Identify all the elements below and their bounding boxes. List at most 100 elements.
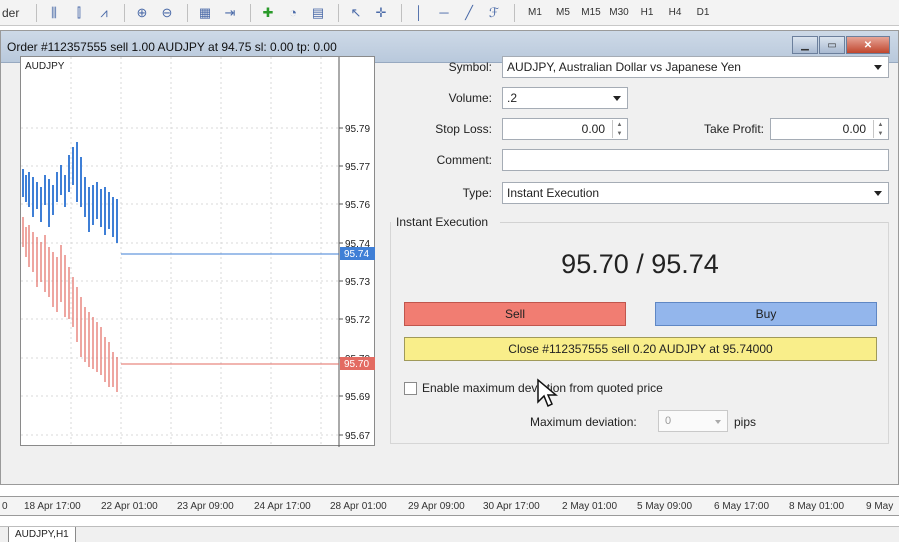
bar-chart-icon[interactable]: ⫼ <box>43 3 65 23</box>
spin-up-icon: ▲ <box>616 121 623 128</box>
indicators-icon[interactable]: ✚ <box>257 3 279 23</box>
buy-button[interactable]: Buy <box>655 302 877 326</box>
main-toolbar: der ⫼ ⫿ ⩘ ⊕ ⊖ ▦ ⇥ ✚ ◔ ▤ ↖ ✛ │ ─ ╱ ℱ M1 M… <box>0 0 899 26</box>
buy-button-label: Buy <box>755 307 777 321</box>
timeframe-m1[interactable]: M1 <box>521 7 549 18</box>
take-profit-spinner[interactable]: ▲ ▼ <box>873 120 887 138</box>
mouse-cursor-icon <box>537 378 558 408</box>
minimize-icon[interactable]: ▁ <box>792 36 818 54</box>
time-axis-label: 24 Apr 17:00 <box>254 501 311 512</box>
stop-loss-field[interactable]: 0.00 ▲ ▼ <box>502 118 628 140</box>
price-tick-label: 95.79 <box>345 124 370 135</box>
fibonacci-icon[interactable]: ℱ <box>483 3 505 23</box>
pips-label: pips <box>734 415 757 429</box>
volume-select[interactable]: .2 <box>502 87 628 109</box>
time-axis-label: 5 May 09:00 <box>637 501 693 512</box>
chevron-down-icon <box>613 96 621 101</box>
time-axis: 0 18 Apr 17:00 22 Apr 01:00 23 Apr 09:00 24 … <box>0 496 899 516</box>
templates-icon[interactable]: ▤ <box>307 3 329 23</box>
price-tick-label: 95.67 <box>345 431 370 442</box>
ask-price-tag-label: 95.74 <box>344 249 369 260</box>
chart-symbol: AUDJPY <box>25 61 65 72</box>
crosshair-icon[interactable]: ✛ <box>370 3 392 23</box>
cursor-icon[interactable]: ↖ <box>345 3 367 23</box>
horizontal-line-icon[interactable]: ─ <box>433 3 455 23</box>
time-axis-label: 23 Apr 09:00 <box>177 501 234 512</box>
comment-input[interactable] <box>502 149 889 171</box>
bid-ask-quote: 95.70 / 95.74 <box>561 249 719 279</box>
time-axis-label: 9 May <box>866 501 894 512</box>
time-axis-label: 30 Apr 17:00 <box>483 501 540 512</box>
max-deviation-checkbox[interactable] <box>404 382 417 395</box>
symbol-label: Symbol: <box>448 60 492 74</box>
chevron-down-icon <box>715 420 721 424</box>
tile-icon[interactable]: ▦ <box>194 3 216 23</box>
max-deviation-value: 0 <box>665 415 672 427</box>
type-value: Instant Execution <box>507 186 600 200</box>
time-axis-label: 22 Apr 01:00 <box>101 501 158 512</box>
zoom-in-icon[interactable]: ⊕ <box>131 3 153 23</box>
take-profit-value: 0.00 <box>842 122 866 136</box>
timeframe-d1[interactable]: D1 <box>689 7 717 18</box>
time-axis-label: 28 Apr 01:00 <box>330 501 387 512</box>
stop-loss-label: Stop Loss: <box>435 122 492 136</box>
comment-label: Comment: <box>436 153 492 167</box>
symbol-value: AUDJPY, Australian Dollar vs Japanese Ye… <box>507 60 741 74</box>
chevron-down-icon <box>874 65 882 70</box>
window-controls: ▁ ▭ ✕ <box>791 36 890 54</box>
spin-up-icon: ▲ <box>877 121 884 128</box>
zoom-out-icon[interactable]: ⊖ <box>156 3 178 23</box>
sell-button[interactable]: Sell <box>404 302 626 326</box>
timeframe-m15[interactable]: M15 <box>577 7 605 18</box>
candle-chart-icon[interactable]: ⫿ <box>68 3 90 23</box>
price-tick-label: 95.73 <box>345 277 370 288</box>
bid-price-tag-label: 95.70 <box>344 359 369 370</box>
volume-label: Volume: <box>448 91 492 105</box>
order-form: Symbol: AUDJPY, Australian Dollar vs Jap… <box>390 56 890 446</box>
close-order-label: Close #112357555 sell 0.20 AUDJPY at 95.… <box>508 342 773 356</box>
vertical-line-icon[interactable]: │ <box>408 3 430 23</box>
maximize-icon[interactable]: ▭ <box>819 36 845 54</box>
type-select[interactable]: Instant Execution <box>502 182 889 204</box>
window-title: Order #112357555 sell 1.00 AUDJPY at 94.… <box>7 39 337 54</box>
line-chart-icon[interactable]: ⩘ <box>93 3 115 23</box>
tab-label: AUDJPY,H1 <box>15 529 69 540</box>
take-profit-field[interactable]: 0.00 ▲ ▼ <box>770 118 889 140</box>
stop-loss-spinner[interactable]: ▲ ▼ <box>612 120 626 138</box>
type-label: Type: <box>462 186 492 200</box>
tick-chart: 95.79 95.77 95.76 95.74 95.73 95.72 95.70 95.69… <box>20 56 375 447</box>
time-axis-label: 29 Apr 09:00 <box>408 501 465 512</box>
tick-chart-svg: 95.79 95.77 95.76 95.74 95.73 95.72 95.70 95.69… <box>21 57 375 447</box>
chart-tab-strip: AUDJPY,H1 <box>0 526 899 542</box>
chevron-down-icon <box>874 191 882 196</box>
price-tick-label: 95.77 <box>345 162 370 173</box>
timeframe-h4[interactable]: H4 <box>661 7 689 18</box>
time-axis-label: 6 May 17:00 <box>714 501 770 512</box>
price-tick-label: 95.72 <box>345 315 370 326</box>
sell-button-label: Sell <box>504 307 525 321</box>
max-deviation-select[interactable]: 0 <box>658 410 728 432</box>
timeframe-m30[interactable]: M30 <box>605 7 633 18</box>
spin-down-icon: ▼ <box>616 130 623 137</box>
volume-value: .2 <box>507 91 518 105</box>
time-axis-label: 18 Apr 17:00 <box>24 501 81 512</box>
timeframe-m5[interactable]: M5 <box>549 7 577 18</box>
periods-icon[interactable]: ◔ <box>282 3 304 23</box>
time-axis-label: 8 May 01:00 <box>789 501 845 512</box>
max-deviation-label: Maximum deviation: <box>530 415 637 429</box>
price-tick-label: 95.76 <box>345 200 370 211</box>
close-icon[interactable]: ✕ <box>846 36 890 54</box>
toolbar-separator <box>36 3 37 22</box>
spin-down-icon: ▼ <box>877 130 884 137</box>
take-profit-label: Take Profit: <box>703 122 764 136</box>
toolbar-prefix: der <box>2 5 20 20</box>
tab-audjpy-h1[interactable]: AUDJPY,H1 <box>8 527 76 542</box>
time-axis-label: 0 <box>2 501 8 512</box>
autoscroll-icon[interactable]: ⇥ <box>219 3 241 23</box>
trendline-icon[interactable]: ╱ <box>458 3 480 23</box>
symbol-select[interactable]: AUDJPY, Australian Dollar vs Japanese Ye… <box>502 56 889 78</box>
time-axis-label: 2 May 01:00 <box>562 501 618 512</box>
stop-loss-value: 0.00 <box>581 122 605 136</box>
close-order-button[interactable]: Close #112357555 sell 0.20 AUDJPY at 95.… <box>404 337 877 361</box>
timeframe-h1[interactable]: H1 <box>633 7 661 18</box>
